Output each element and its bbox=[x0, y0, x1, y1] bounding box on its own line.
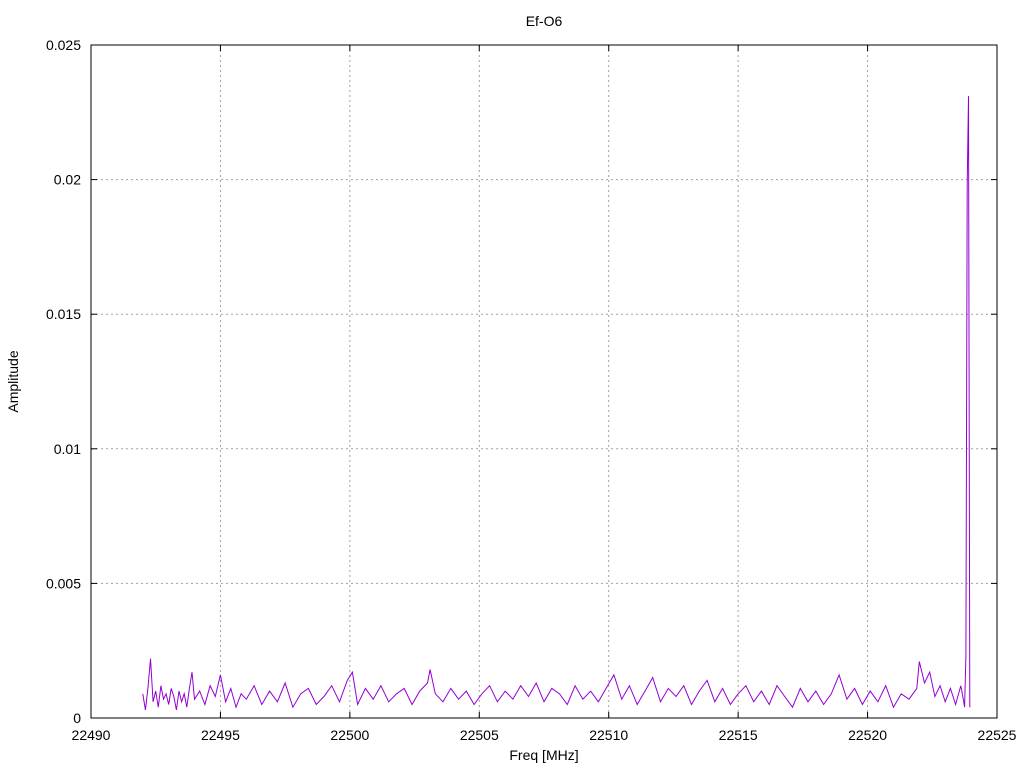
y-tick-label: 0 bbox=[73, 710, 81, 726]
x-tick-label: 22510 bbox=[589, 727, 628, 743]
chart-title: Ef-O6 bbox=[526, 13, 563, 29]
y-tick-label: 0.025 bbox=[46, 37, 81, 53]
series-line bbox=[142, 96, 971, 710]
y-axis-label: Amplitude bbox=[5, 350, 21, 412]
x-tick-label: 22515 bbox=[719, 727, 758, 743]
y-tick-label: 0.015 bbox=[46, 306, 81, 322]
x-tick-label: 22505 bbox=[460, 727, 499, 743]
grid-lines bbox=[91, 45, 997, 718]
y-tick-label: 0.01 bbox=[54, 441, 81, 457]
x-tick-labels: 22490 22495 22500 22505 22510 22515 22520 22525 bbox=[72, 727, 1017, 743]
x-tick-label: 22490 bbox=[72, 727, 111, 743]
spectrum-chart: 22490 22495 22500 22505 22510 22515 22520 22525… bbox=[5, 13, 1017, 763]
x-tick-label: 22500 bbox=[330, 727, 369, 743]
axis-ticks bbox=[90, 44, 998, 719]
x-tick-label: 22520 bbox=[848, 727, 887, 743]
x-tick-label: 22525 bbox=[978, 727, 1017, 743]
x-tick-label: 22495 bbox=[201, 727, 240, 743]
y-tick-label: 0.02 bbox=[54, 172, 81, 188]
x-axis-label: Freq [MHz] bbox=[509, 747, 578, 763]
y-tick-labels: 0 0.005 0.01 0.015 0.02 0.025 bbox=[46, 37, 81, 726]
y-tick-label: 0.005 bbox=[46, 575, 81, 591]
plot-frame bbox=[90, 44, 998, 719]
